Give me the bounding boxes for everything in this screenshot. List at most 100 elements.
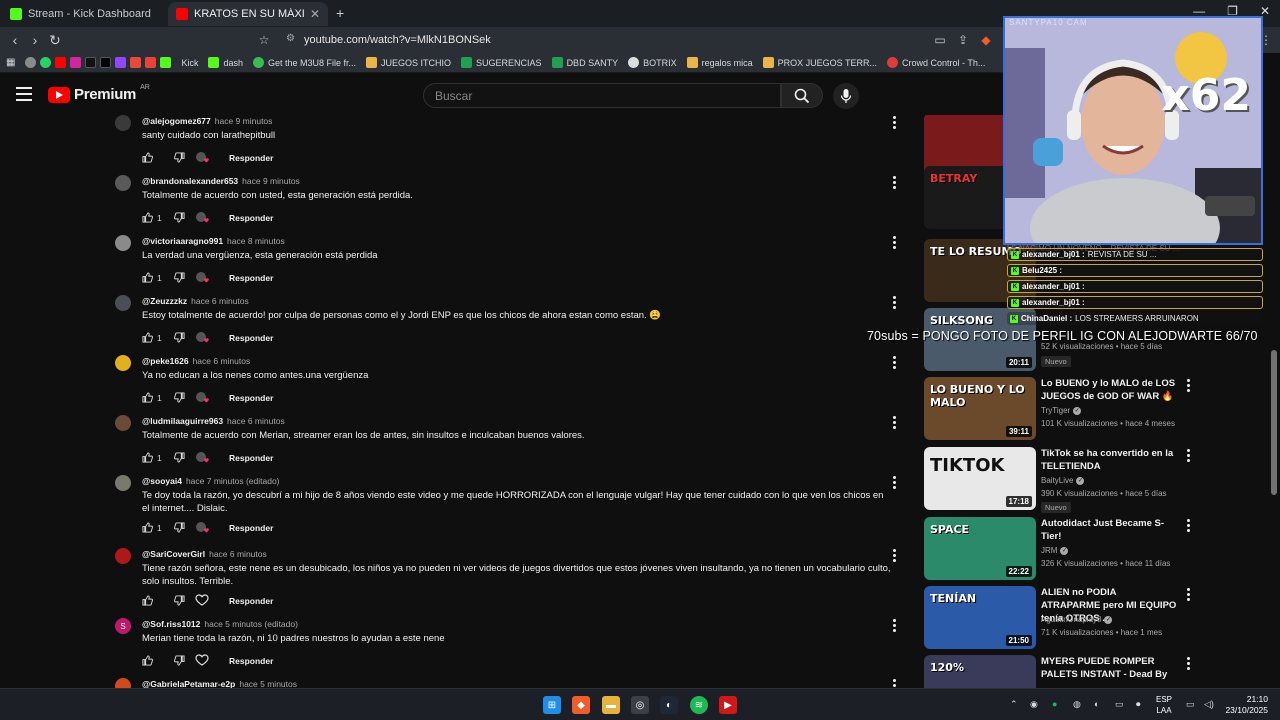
avatar[interactable] xyxy=(115,678,131,688)
page-scrollbar[interactable] xyxy=(1270,115,1278,688)
reply-button[interactable]: Responder xyxy=(229,333,273,343)
recommended-video[interactable]: TIKTOK 17:18 TikTok se ha convertido en la… xyxy=(924,447,1194,513)
channel-name[interactable]: TryTiger ✓ xyxy=(1041,406,1082,415)
comment-author[interactable]: @Sof.riss1012 xyxy=(142,619,200,629)
steam-icon[interactable]: ◐ xyxy=(660,696,678,714)
avatar[interactable] xyxy=(115,295,131,311)
tray-app-icon[interactable]: ▭ xyxy=(1115,699,1124,710)
channel-name[interactable]: JRM ✓ xyxy=(1041,546,1069,555)
steam-tray-icon[interactable]: ◐ xyxy=(1094,699,1099,709)
reply-button[interactable]: Responder xyxy=(229,656,273,666)
bookmark-item[interactable]: BOTRIX xyxy=(628,57,677,68)
video-thumbnail[interactable]: TENÍAN 21:50 xyxy=(924,586,1036,649)
video-more-icon[interactable] xyxy=(1187,379,1191,392)
video-title[interactable]: Autodidact Just Became S-Tier! xyxy=(1041,517,1177,543)
system-clock[interactable]: 21:10 23/10/2025 xyxy=(1225,694,1268,716)
reply-button[interactable]: Responder xyxy=(229,213,273,223)
comment-timestamp[interactable]: hace 6 minutos xyxy=(191,296,249,306)
brave-shield-icon[interactable]: ◆ xyxy=(978,32,994,48)
share-icon[interactable]: ⇪ xyxy=(955,32,971,48)
like-button[interactable] xyxy=(141,331,153,344)
dislike-button[interactable] xyxy=(173,521,185,534)
comment-more-icon[interactable] xyxy=(893,356,897,369)
obs-icon[interactable]: ◎ xyxy=(631,696,649,714)
microphone-tray-icon[interactable]: ⏺ xyxy=(1136,699,1141,710)
whatsapp-icon[interactable] xyxy=(40,57,52,68)
kick-bookmark-icon[interactable] xyxy=(160,57,172,68)
comment-author[interactable]: @ludmilaaguirre963 xyxy=(142,416,223,426)
heart-icon[interactable] xyxy=(195,654,211,668)
globe-icon[interactable] xyxy=(25,57,37,68)
comment-more-icon[interactable] xyxy=(893,679,897,688)
tiktok-icon[interactable] xyxy=(85,57,97,68)
comment-more-icon[interactable] xyxy=(893,176,897,189)
close-tab-icon[interactable]: ✕ xyxy=(310,7,320,21)
dislike-button[interactable] xyxy=(173,391,185,404)
network-icon[interactable]: ▭ xyxy=(1186,699,1195,710)
dislike-button[interactable] xyxy=(173,211,185,224)
like-button[interactable] xyxy=(141,451,153,464)
recommended-video[interactable]: TENÍAN 21:50 ALIEN no PODIA ATRAPARME pero… xyxy=(924,586,1194,650)
voice-search-button[interactable] xyxy=(833,83,859,109)
comment-more-icon[interactable] xyxy=(893,619,897,632)
url-field[interactable]: ⚙ youtube.com/watch?v=MlkN1BONSek xyxy=(278,30,998,50)
comment-author[interactable]: @alejogomez677 xyxy=(142,116,211,126)
brave-browser-icon[interactable]: ◆ xyxy=(572,696,590,714)
tab-kick-dashboard[interactable]: Stream - Kick Dashboard xyxy=(2,2,164,26)
x-icon[interactable] xyxy=(100,57,112,68)
comment-timestamp[interactable]: hace 5 minutos (editado) xyxy=(204,619,298,629)
comment-more-icon[interactable] xyxy=(893,116,897,129)
video-title[interactable]: TikTok se ha convertido en la TELETIENDA xyxy=(1041,447,1177,473)
avatar[interactable]: S xyxy=(115,618,131,634)
like-button[interactable] xyxy=(141,654,153,667)
bookmark-item[interactable]: Crowd Control - Th... xyxy=(886,57,985,68)
youtube-bookmark-icon[interactable] xyxy=(55,57,67,68)
bolt-icon[interactable] xyxy=(130,57,142,68)
channel-name[interactable]: BaityLive ✓ xyxy=(1041,476,1085,485)
heart-icon[interactable] xyxy=(195,594,211,608)
avatar[interactable] xyxy=(115,355,131,371)
reply-button[interactable]: Responder xyxy=(229,523,273,533)
recommended-video[interactable]: SPACE 22:22 Autodidact Just Became S-Tier!… xyxy=(924,517,1194,581)
comment-timestamp[interactable]: hace 9 minutos xyxy=(242,176,300,186)
comment-more-icon[interactable] xyxy=(893,416,897,429)
bookmark-folder[interactable]: regalos mica xyxy=(686,57,753,68)
dislike-button[interactable] xyxy=(173,331,185,344)
bookmark-icon[interactable]: ☆ xyxy=(256,32,272,48)
reply-button[interactable]: Responder xyxy=(229,596,273,606)
bookmark-item[interactable]: dash xyxy=(208,57,243,68)
scrollbar-thumb[interactable] xyxy=(1271,350,1277,495)
like-button[interactable] xyxy=(141,391,153,404)
video-thumbnail[interactable]: LO BUENO Y LO MALO 39:11 xyxy=(924,377,1036,440)
like-button[interactable] xyxy=(141,271,153,284)
file-explorer-icon[interactable]: ▬ xyxy=(602,696,620,714)
video-title[interactable]: MYERS PUEDE ROMPER PALETS INSTANT - Dead… xyxy=(1041,655,1177,688)
reply-button[interactable]: Responder xyxy=(229,153,273,163)
instagram-icon[interactable] xyxy=(70,57,82,68)
comment-author[interactable]: @GabrielaPetamar-e2p xyxy=(142,679,235,688)
volume-icon[interactable]: ◁) xyxy=(1204,699,1214,710)
dislike-button[interactable] xyxy=(173,594,185,607)
like-button[interactable] xyxy=(141,151,153,164)
search-button[interactable] xyxy=(781,83,823,108)
back-button[interactable]: ‹ xyxy=(6,31,24,49)
comment-timestamp[interactable]: hace 8 minutos xyxy=(227,236,285,246)
comment-author[interactable]: @sooyai4 xyxy=(142,476,182,486)
site-info-icon[interactable]: ⚙ xyxy=(286,33,295,44)
comment-author[interactable]: @brandonalexander653 xyxy=(142,176,238,186)
like-button[interactable] xyxy=(141,211,153,224)
tray-overflow-icon[interactable]: ⌃ xyxy=(1010,699,1018,710)
comment-timestamp[interactable]: hace 6 minutos xyxy=(227,416,285,426)
gmail-icon[interactable] xyxy=(145,57,157,68)
video-more-icon[interactable] xyxy=(1187,657,1191,670)
discord-tray-icon[interactable]: ◉ xyxy=(1030,699,1038,710)
video-thumbnail[interactable]: 120% xyxy=(924,655,1036,688)
avatar[interactable] xyxy=(115,175,131,191)
recommended-video[interactable]: LO BUENO Y LO MALO 39:11 Lo BUENO y lo MAL… xyxy=(924,377,1194,441)
avatar[interactable] xyxy=(115,475,131,491)
like-button[interactable] xyxy=(141,521,153,534)
forward-button[interactable]: › xyxy=(26,31,44,49)
spotify-tray-icon[interactable]: ● xyxy=(1052,699,1057,709)
comment-timestamp[interactable]: hace 7 minutos (editado) xyxy=(186,476,280,486)
comment-author[interactable]: @Zeuzzzkz xyxy=(142,296,187,306)
